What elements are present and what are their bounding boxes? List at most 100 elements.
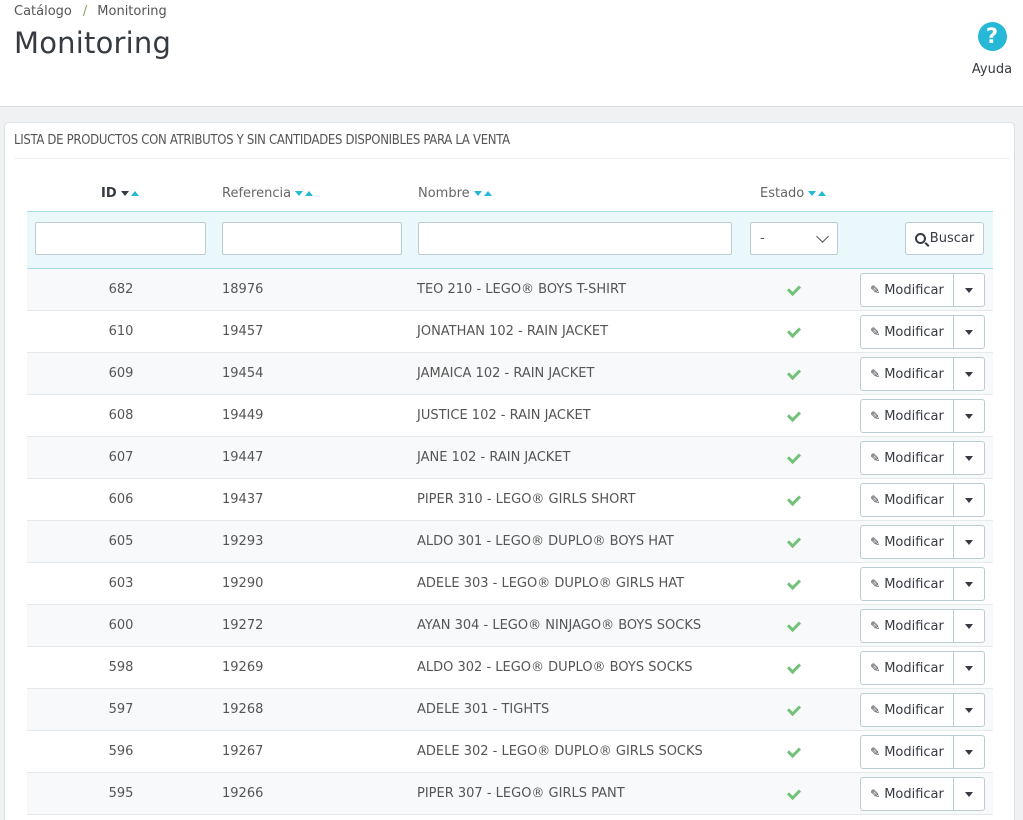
pencil-icon: ✎ bbox=[870, 367, 881, 381]
edit-button[interactable]: ✎ Modificar bbox=[861, 778, 954, 810]
edit-button[interactable]: ✎ Modificar bbox=[861, 316, 954, 348]
pencil-icon: ✎ bbox=[870, 535, 881, 549]
edit-button[interactable]: ✎ Modificar bbox=[861, 652, 954, 684]
row-actions-dropdown-toggle[interactable] bbox=[954, 316, 984, 348]
cell-id: 682 bbox=[108, 282, 134, 297]
cell-reference: 19449 bbox=[222, 408, 264, 423]
sort-desc-icon[interactable] bbox=[120, 191, 129, 196]
table-row[interactable]: 596 19267 ADELE 302 - LEGO® DUPLO® GIRLS S… bbox=[27, 731, 993, 773]
status-active-check-icon[interactable] bbox=[786, 701, 802, 717]
edit-button-label: Modificar bbox=[884, 408, 944, 424]
breadcrumb-separator: / bbox=[82, 4, 88, 19]
panel-heading: LISTA DE PRODUCTOS CON ATRIBUTOS Y SIN C… bbox=[14, 123, 1010, 159]
status-active-check-icon[interactable] bbox=[786, 659, 802, 675]
cell-name: ALDO 302 - LEGO® DUPLO® BOYS SOCKS bbox=[417, 660, 693, 675]
row-action-group: ✎ Modificar bbox=[860, 693, 985, 727]
sort-asc-icon[interactable] bbox=[305, 191, 314, 196]
pencil-icon: ✎ bbox=[870, 493, 881, 507]
reference-filter-input[interactable] bbox=[222, 222, 402, 255]
help-button[interactable]: ? Ayuda bbox=[968, 22, 1016, 77]
breadcrumb: Catálogo / Monitoring bbox=[14, 4, 167, 19]
status-active-check-icon[interactable] bbox=[786, 743, 802, 759]
status-active-check-icon[interactable] bbox=[786, 281, 802, 297]
sort-asc-icon[interactable] bbox=[483, 191, 492, 196]
edit-button[interactable]: ✎ Modificar bbox=[861, 568, 954, 600]
row-actions-dropdown-toggle[interactable] bbox=[954, 274, 984, 306]
table-row[interactable]: 607 19447 JANE 102 - RAIN JACKET ✎ Modificar bbox=[27, 437, 993, 479]
edit-button[interactable]: ✎ Modificar bbox=[861, 610, 954, 642]
row-actions-dropdown-toggle[interactable] bbox=[954, 400, 984, 432]
id-filter-input[interactable] bbox=[35, 222, 206, 255]
edit-button[interactable]: ✎ Modificar bbox=[861, 442, 954, 474]
sort-desc-icon[interactable] bbox=[295, 191, 304, 196]
page-title: Monitoring bbox=[14, 26, 172, 60]
table-row[interactable]: 595 19266 PIPER 307 - LEGO® GIRLS PANT ✎ Mod… bbox=[27, 773, 993, 815]
table-row[interactable]: 605 19293 ALDO 301 - LEGO® DUPLO® BOYS HAT… bbox=[27, 521, 993, 563]
table-row[interactable]: 600 19272 AYAN 304 - LEGO® NINJAGO® BOYS S… bbox=[27, 605, 993, 647]
status-filter-value: - bbox=[760, 231, 765, 246]
status-active-check-icon[interactable] bbox=[786, 491, 802, 507]
table-row[interactable]: 610 19457 JONATHAN 102 - RAIN JACKET ✎ Modif… bbox=[27, 311, 993, 353]
table-row[interactable]: 609 19454 JAMAICA 102 - RAIN JACKET ✎ Modifi… bbox=[27, 353, 993, 395]
cell-name: JUSTICE 102 - RAIN JACKET bbox=[417, 408, 591, 423]
edit-button-label: Modificar bbox=[884, 660, 944, 676]
column-header-status: Estado bbox=[760, 186, 827, 201]
sort-asc-icon[interactable] bbox=[818, 191, 827, 196]
cell-reference: 19447 bbox=[222, 450, 264, 465]
row-actions-dropdown-toggle[interactable] bbox=[954, 652, 984, 684]
caret-down-icon bbox=[965, 371, 973, 377]
table-row[interactable]: 597 19268 ADELE 301 - TIGHTS ✎ Modificar bbox=[27, 689, 993, 731]
edit-button[interactable]: ✎ Modificar bbox=[861, 400, 954, 432]
cell-id: 610 bbox=[108, 324, 134, 339]
edit-button[interactable]: ✎ Modificar bbox=[861, 694, 954, 726]
row-action-group: ✎ Modificar bbox=[860, 357, 985, 391]
status-filter-select[interactable]: - bbox=[750, 222, 838, 255]
status-active-check-icon[interactable] bbox=[786, 365, 802, 381]
status-active-check-icon[interactable] bbox=[786, 323, 802, 339]
table-row[interactable]: 606 19437 PIPER 310 - LEGO® GIRLS SHORT ✎ Mo… bbox=[27, 479, 993, 521]
search-button[interactable]: Buscar bbox=[905, 222, 984, 255]
row-actions-dropdown-toggle[interactable] bbox=[954, 694, 984, 726]
pencil-icon: ✎ bbox=[870, 787, 881, 801]
status-active-check-icon[interactable] bbox=[786, 533, 802, 549]
breadcrumb-parent-link[interactable]: Catálogo bbox=[14, 4, 72, 19]
status-active-check-icon[interactable] bbox=[786, 449, 802, 465]
caret-down-icon bbox=[965, 749, 973, 755]
row-action-group: ✎ Modificar bbox=[860, 735, 985, 769]
status-active-check-icon[interactable] bbox=[786, 407, 802, 423]
row-actions-dropdown-toggle[interactable] bbox=[954, 358, 984, 390]
edit-button-label: Modificar bbox=[884, 618, 944, 634]
row-action-group: ✎ Modificar bbox=[860, 273, 985, 307]
status-active-check-icon[interactable] bbox=[786, 617, 802, 633]
cell-reference: 19293 bbox=[222, 534, 264, 549]
table-row[interactable]: 598 19269 ALDO 302 - LEGO® DUPLO® BOYS SOC… bbox=[27, 647, 993, 689]
row-actions-dropdown-toggle[interactable] bbox=[954, 484, 984, 516]
status-active-check-icon[interactable] bbox=[786, 785, 802, 801]
edit-button[interactable]: ✎ Modificar bbox=[861, 484, 954, 516]
row-actions-dropdown-toggle[interactable] bbox=[954, 736, 984, 768]
edit-button[interactable]: ✎ Modificar bbox=[861, 358, 954, 390]
sort-desc-icon[interactable] bbox=[808, 191, 817, 196]
cell-reference: 19267 bbox=[222, 744, 264, 759]
table-row[interactable]: 603 19290 ADELE 303 - LEGO® DUPLO® GIRLS H… bbox=[27, 563, 993, 605]
status-active-check-icon[interactable] bbox=[786, 575, 802, 591]
pencil-icon: ✎ bbox=[870, 577, 881, 591]
cell-id: 600 bbox=[108, 618, 134, 633]
row-actions-dropdown-toggle[interactable] bbox=[954, 442, 984, 474]
row-actions-dropdown-toggle[interactable] bbox=[954, 778, 984, 810]
table-row[interactable]: 682 18976 TEO 210 - LEGO® BOYS T-SHIRT ✎ Mod… bbox=[27, 269, 993, 311]
name-filter-input[interactable] bbox=[418, 222, 732, 255]
table-row[interactable]: 608 19449 JUSTICE 102 - RAIN JACKET ✎ Modifi… bbox=[27, 395, 993, 437]
edit-button[interactable]: ✎ Modificar bbox=[861, 736, 954, 768]
pencil-icon: ✎ bbox=[870, 703, 881, 717]
row-actions-dropdown-toggle[interactable] bbox=[954, 526, 984, 558]
sort-asc-icon[interactable] bbox=[130, 191, 139, 196]
edit-button[interactable]: ✎ Modificar bbox=[861, 526, 954, 558]
sort-desc-icon[interactable] bbox=[473, 191, 482, 196]
row-actions-dropdown-toggle[interactable] bbox=[954, 568, 984, 600]
cell-name: JONATHAN 102 - RAIN JACKET bbox=[417, 324, 609, 339]
edit-button[interactable]: ✎ Modificar bbox=[861, 274, 954, 306]
row-actions-dropdown-toggle[interactable] bbox=[954, 610, 984, 642]
page-header: Catálogo / Monitoring Monitoring ? Ayuda bbox=[0, 0, 1023, 107]
pencil-icon: ✎ bbox=[870, 283, 881, 297]
